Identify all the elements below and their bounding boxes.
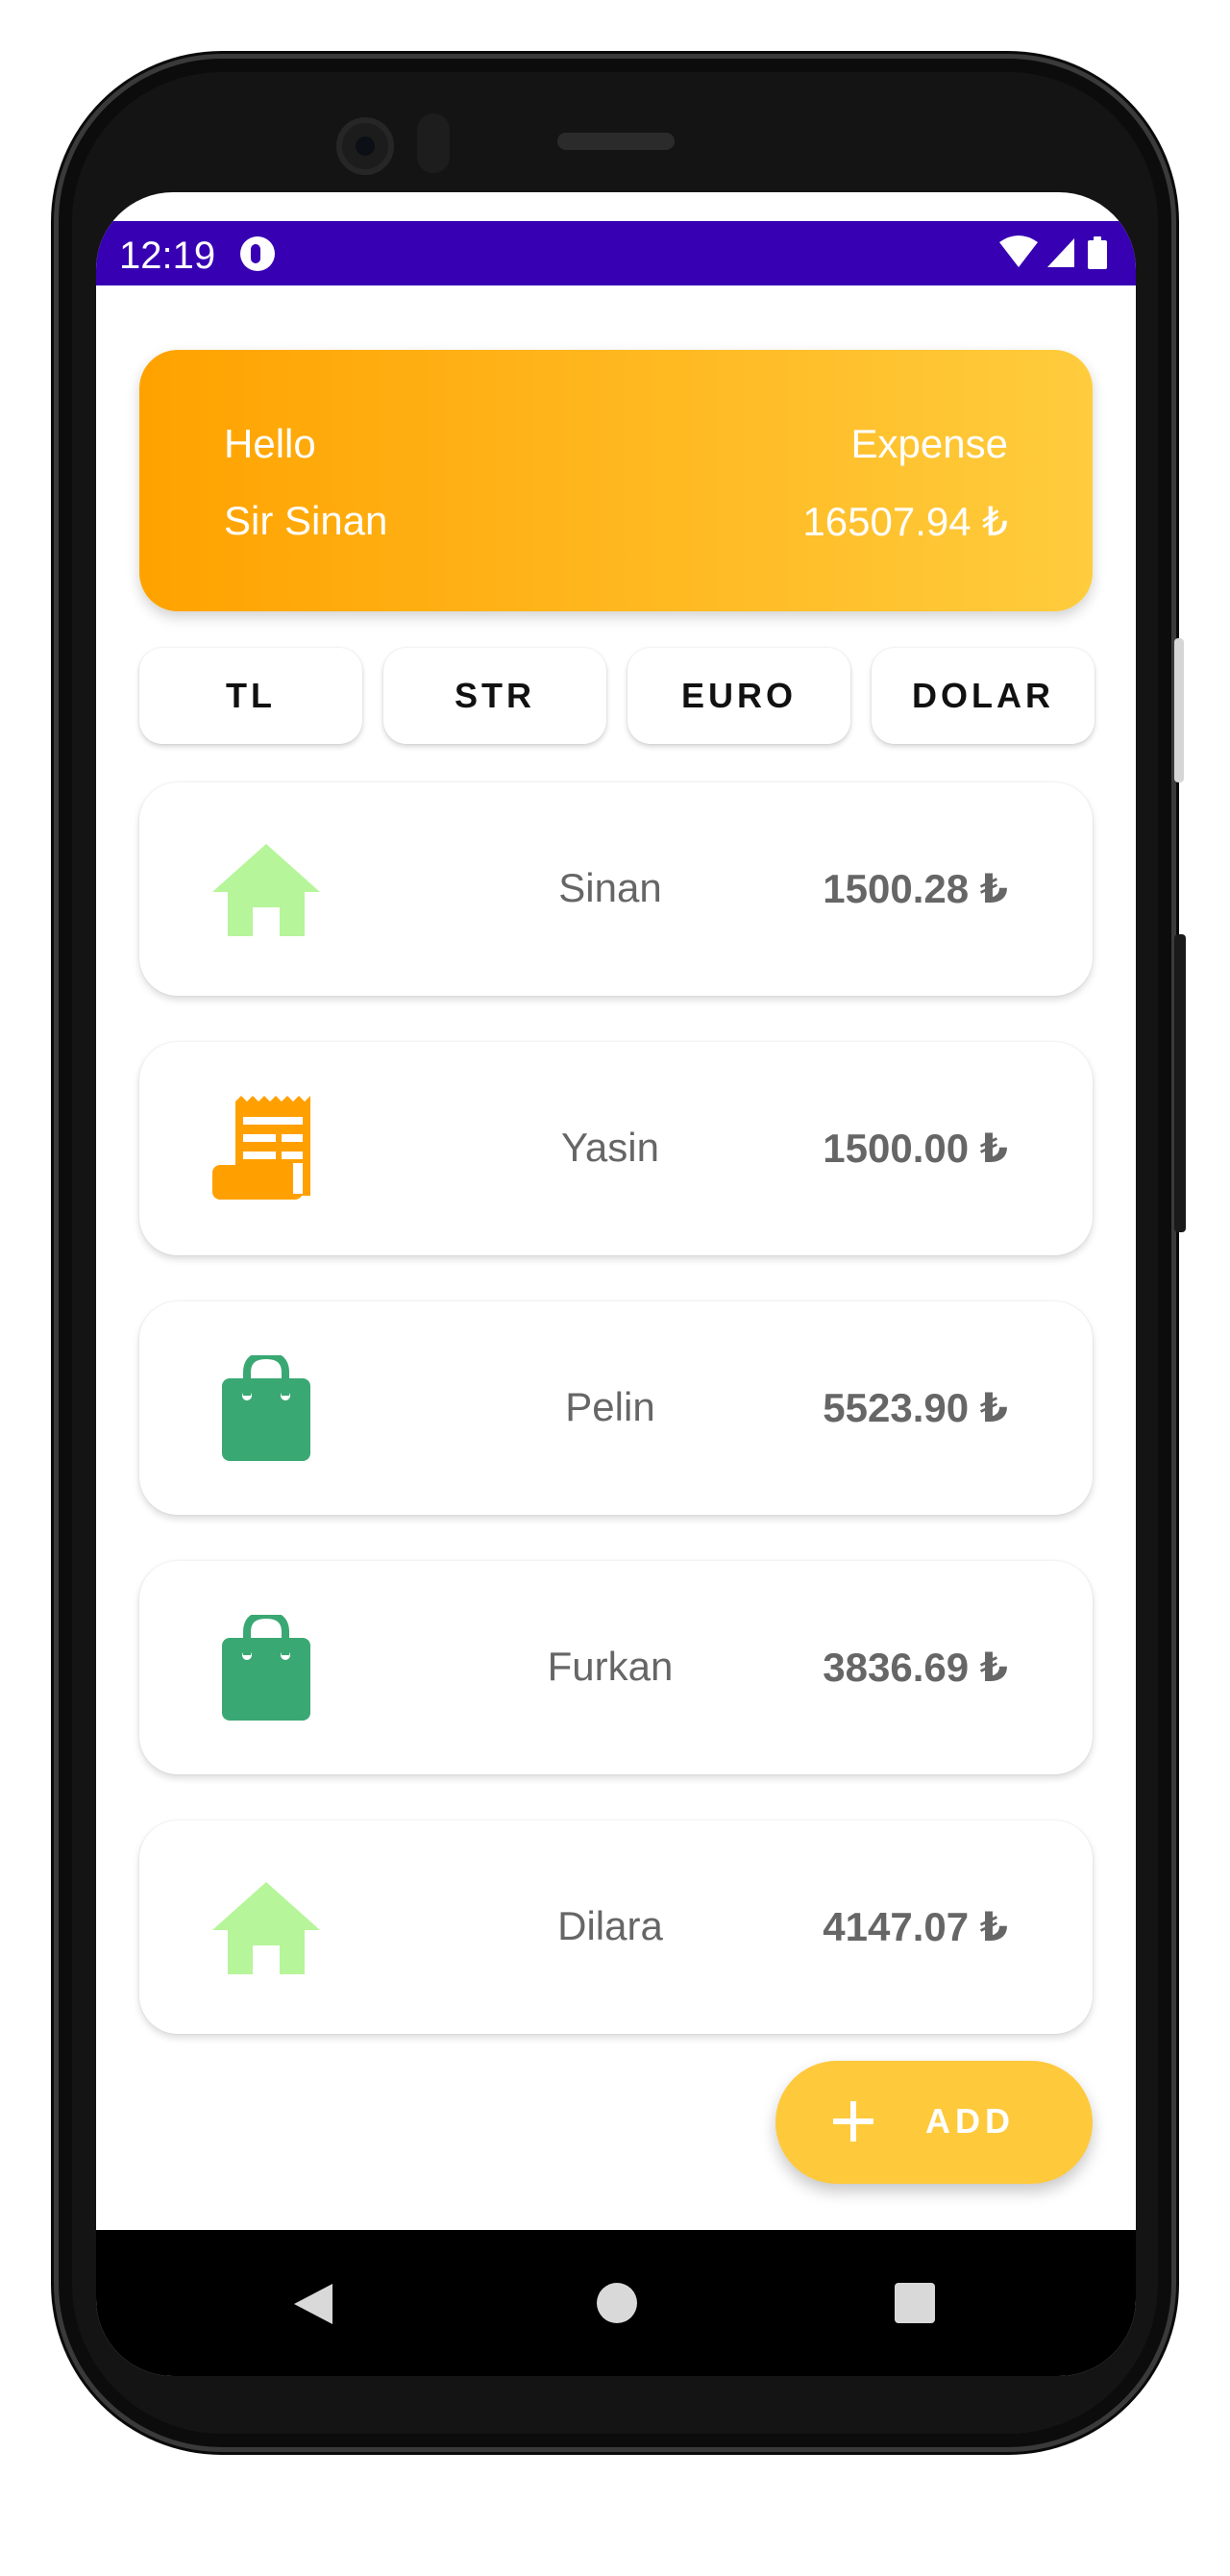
- signal-icon: [1047, 238, 1074, 267]
- currency-button-str[interactable]: STR: [383, 648, 606, 744]
- proximity-sensor: [417, 113, 450, 173]
- receipt-icon: [209, 1096, 324, 1201]
- recents-button[interactable]: [894, 2282, 936, 2329]
- wifi-icon: [999, 235, 1038, 267]
- back-button[interactable]: [292, 2282, 334, 2331]
- list-item[interactable]: Pelin 5523.90 ₺: [139, 1301, 1093, 1515]
- home-icon: [209, 836, 324, 942]
- expense-summary-card: Hello Sir Sinan Expense 16507.94 ₺: [139, 350, 1093, 611]
- shopping-bag-icon: [209, 1610, 324, 1721]
- expense-total: 16507.94 ₺: [802, 499, 1008, 544]
- system-icons: [997, 233, 1113, 278]
- expense-name: Furkan: [547, 1644, 674, 1689]
- plus-icon: [829, 2097, 877, 2145]
- add-expense-button[interactable]: ADD: [775, 2061, 1093, 2184]
- power-button: [1174, 934, 1186, 1232]
- navigation-bar: [96, 2230, 1136, 2376]
- currency-button-dolar[interactable]: DOLAR: [872, 648, 1095, 744]
- currency-button-euro[interactable]: EURO: [627, 648, 850, 744]
- expense-name: Yasin: [561, 1125, 659, 1170]
- expense-amount: 1500.28 ₺: [823, 866, 1008, 911]
- front-camera: [336, 117, 394, 175]
- list-item[interactable]: Furkan 3836.69 ₺: [139, 1561, 1093, 1774]
- expense-name: Pelin: [565, 1384, 655, 1429]
- greeting-text: Hello: [224, 421, 316, 466]
- home-button[interactable]: [596, 2282, 638, 2329]
- home-icon: [209, 1874, 324, 1980]
- battery-icon: [1088, 236, 1107, 269]
- list-item[interactable]: Yasin 1500.00 ₺: [139, 1042, 1093, 1255]
- expense-amount: 1500.00 ₺: [823, 1126, 1008, 1171]
- notification-icon: [240, 236, 275, 271]
- status-time: 12:19: [119, 235, 216, 277]
- currency-button-tl[interactable]: TL: [139, 648, 362, 744]
- add-button-label: ADD: [925, 2101, 1015, 2141]
- list-item[interactable]: Sinan 1500.28 ₺: [139, 782, 1093, 996]
- volume-button: [1174, 638, 1184, 782]
- expense-amount: 3836.69 ₺: [823, 1645, 1008, 1690]
- app-screen: 12:19 Hello Sir Sinan Expense 16507.94 ₺…: [96, 192, 1136, 2376]
- list-item[interactable]: Dilara 4147.07 ₺: [139, 1821, 1093, 2034]
- status-bar: 12:19: [96, 221, 1136, 285]
- earpiece-speaker: [557, 133, 675, 150]
- expense-label: Expense: [850, 421, 1008, 466]
- expense-amount: 5523.90 ₺: [823, 1385, 1008, 1430]
- user-name: Sir Sinan: [224, 498, 388, 543]
- expense-name: Dilara: [557, 1903, 663, 1948]
- shopping-bag-icon: [209, 1350, 324, 1461]
- expense-amount: 4147.07 ₺: [823, 1904, 1008, 1949]
- expense-name: Sinan: [558, 865, 662, 910]
